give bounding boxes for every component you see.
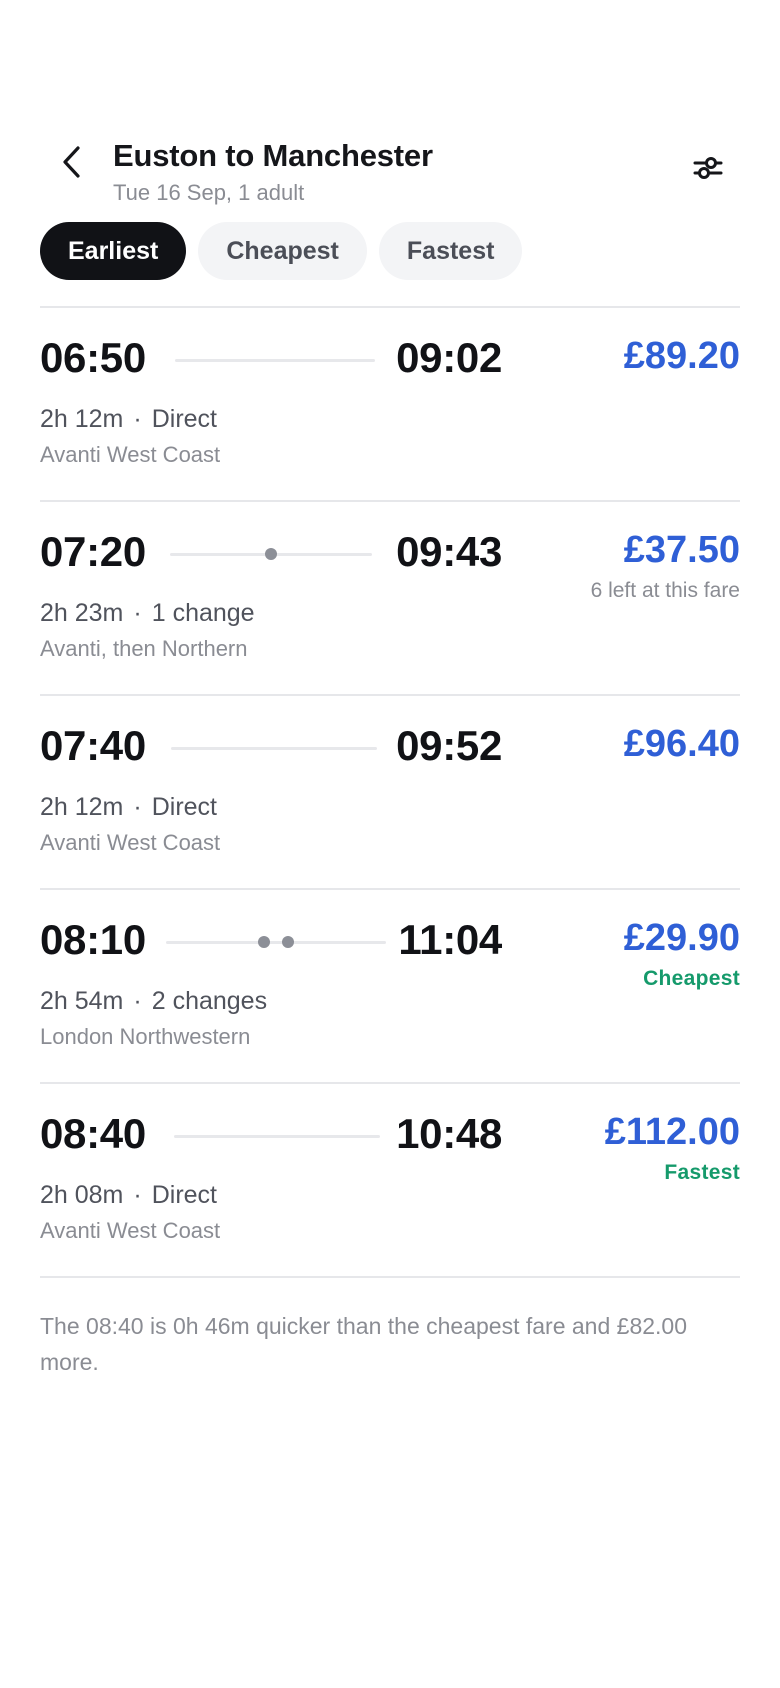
change-stop-dot <box>282 936 294 948</box>
journey-row[interactable]: 07:20 09:43 2h 23m · 1 change Avanti, then… <box>40 502 740 694</box>
filter-button[interactable] <box>690 150 726 186</box>
journey-track <box>166 936 386 948</box>
arrival-time: 09:02 <box>396 334 502 381</box>
journey-duration: 2h 12m <box>40 793 124 821</box>
arrival-time: 11:04 <box>398 916 502 963</box>
title-block: Euston to Manchester Tue 16 Sep, 1 adult <box>113 138 433 206</box>
journey-price: £89.20 <box>623 335 740 377</box>
arrival-time: 09:43 <box>396 528 502 575</box>
journey-changes: 1 change <box>151 599 255 627</box>
departure-time: 06:50 <box>40 334 146 381</box>
page-title: Euston to Manchester <box>113 138 433 173</box>
chip-fastest[interactable]: Fastest <box>378 222 523 280</box>
journey-duration: 2h 12m <box>40 405 124 433</box>
journey-changes: Direct <box>151 1181 218 1209</box>
journey-track <box>174 1135 380 1138</box>
departure-time: 08:40 <box>40 1110 146 1157</box>
sort-chips: Earliest Cheapest Fastest <box>40 222 523 280</box>
chip-earliest[interactable]: Earliest <box>40 222 187 280</box>
departure-time: 07:40 <box>40 722 146 769</box>
divider <box>40 1276 740 1278</box>
journey-meta: 2h 12m · Direct <box>40 792 217 822</box>
journey-price: £96.40 <box>623 723 740 765</box>
journey-track <box>171 747 377 750</box>
journey-row[interactable]: 08:40 10:48 2h 08m · Direct Avanti West Co… <box>40 1084 740 1276</box>
journey-duration: 2h 23m <box>40 599 124 627</box>
meta-separator: · <box>133 599 142 627</box>
cheapest-badge: Cheapest <box>643 967 740 990</box>
meta-separator: · <box>133 1181 142 1209</box>
chevron-left-icon <box>63 146 80 178</box>
fare-availability-note: 6 left at this fare <box>590 579 740 602</box>
journey-changes: 2 changes <box>151 987 268 1015</box>
journey-row[interactable]: 08:10 11:04 2h 54m · 2 changes London Nort… <box>40 890 740 1082</box>
meta-separator: · <box>133 987 142 1015</box>
journey-operator: Avanti West Coast <box>40 830 221 855</box>
journey-row[interactable]: 06:50 09:02 2h 12m · Direct Avanti West Co… <box>40 308 740 500</box>
journey-meta: 2h 08m · Direct <box>40 1180 217 1210</box>
chip-cheapest[interactable]: Cheapest <box>198 222 367 280</box>
journey-price: £112.00 <box>604 1111 740 1153</box>
journey-meta: 2h 12m · Direct <box>40 404 217 434</box>
arrival-time: 09:52 <box>396 722 502 769</box>
departure-time: 07:20 <box>40 528 146 575</box>
journey-operator: London Northwestern <box>40 1024 251 1049</box>
arrival-time: 10:48 <box>396 1110 502 1157</box>
journey-price: £37.50 <box>623 529 740 571</box>
journey-track <box>175 359 375 362</box>
change-stop-dot <box>265 548 277 560</box>
journey-meta: 2h 23m · 1 change <box>40 598 255 628</box>
header: Euston to Manchester Tue 16 Sep, 1 adult <box>40 128 740 208</box>
comparison-footnote: The 08:40 is 0h 46m quicker than the che… <box>40 1313 687 1375</box>
journey-changes: Direct <box>151 405 218 433</box>
journey-meta: 2h 54m · 2 changes <box>40 986 267 1016</box>
journey-duration: 2h 08m <box>40 1181 124 1209</box>
journey-operator: Avanti West Coast <box>40 1218 221 1243</box>
fastest-badge: Fastest <box>664 1161 740 1184</box>
page-subtitle: Tue 16 Sep, 1 adult <box>113 180 305 205</box>
journey-price: £29.90 <box>623 917 740 959</box>
journey-duration: 2h 54m <box>40 987 124 1015</box>
journey-operator: Avanti West Coast <box>40 442 221 467</box>
meta-separator: · <box>133 793 142 821</box>
sliders-icon <box>693 157 723 179</box>
journey-row[interactable]: 07:40 09:52 2h 12m · Direct Avanti West Co… <box>40 696 740 888</box>
journey-changes: Direct <box>151 793 218 821</box>
meta-separator: · <box>133 405 142 433</box>
journey-operator: Avanti, then Northern <box>40 636 248 661</box>
departure-time: 08:10 <box>40 916 146 963</box>
change-stop-dot <box>258 936 270 948</box>
back-button[interactable] <box>52 142 92 182</box>
journey-track <box>170 548 372 560</box>
